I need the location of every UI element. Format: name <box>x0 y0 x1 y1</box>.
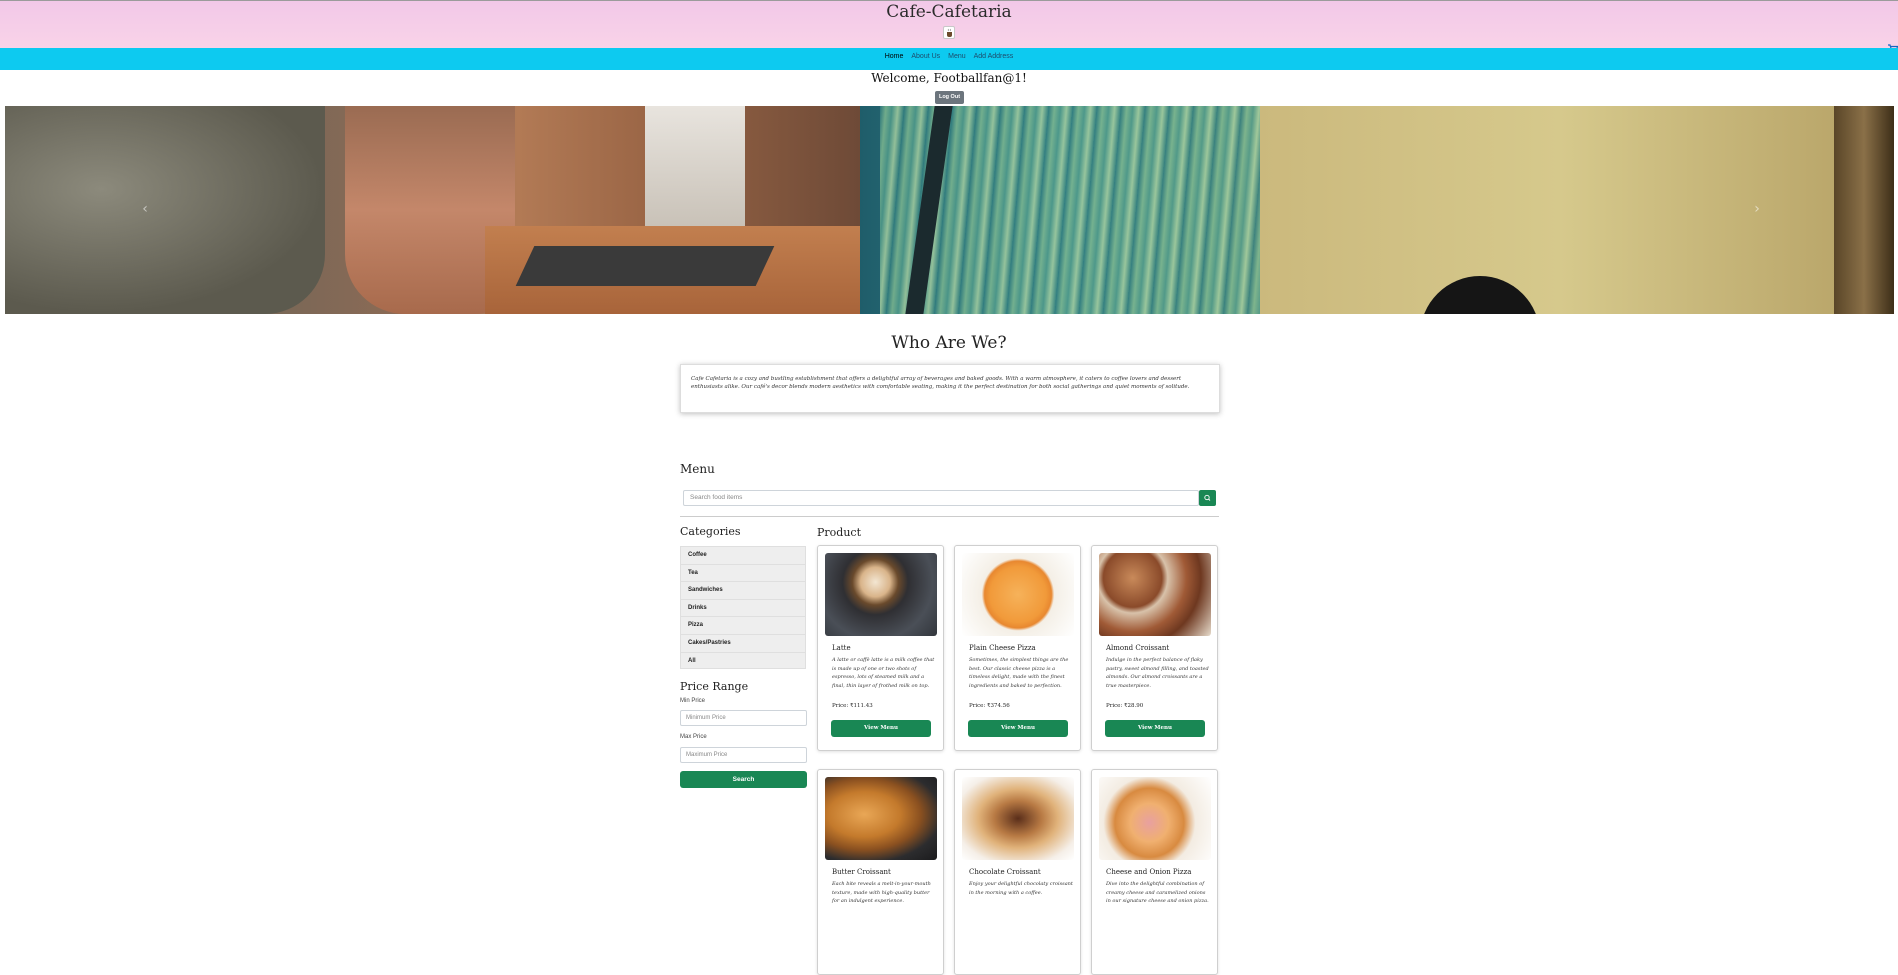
price-range-title: Price Range <box>680 680 749 693</box>
category-all[interactable]: All <box>680 651 806 670</box>
logout-button[interactable]: Log Out <box>935 91 964 104</box>
product-description: A latte or caffè latte is a milk coffee … <box>832 657 935 689</box>
pizza-image <box>962 553 1074 636</box>
product-title: Product <box>817 526 861 539</box>
product-card-butter-croissant: Butter Croissant Each bite reveals a mel… <box>817 769 944 975</box>
category-cakes-pastries[interactable]: Cakes/Pastries <box>680 633 806 652</box>
nav-menu[interactable]: Menu <box>948 53 966 60</box>
chevron-right-icon[interactable]: › <box>1750 202 1764 216</box>
product-name: Plain Cheese Pizza <box>969 644 1036 652</box>
product-name: Chocolate Croissant <box>969 868 1041 876</box>
search-input[interactable]: Search food items <box>683 490 1199 506</box>
product-description: Enjoy your delightful chocolaty croissan… <box>969 881 1073 896</box>
product-description: Indulge in the perfect balance of flaky … <box>1106 657 1209 689</box>
nav-about-us[interactable]: About Us <box>911 53 940 60</box>
menu-search: Search food items <box>683 490 1199 506</box>
product-name: Cheese and Onion Pizza <box>1106 868 1192 876</box>
brand-title[interactable]: Cafe-Cafetaria <box>0 2 1898 22</box>
site-header: Cafe-Cafetaria <box>0 0 1898 54</box>
menu-title: Menu <box>680 462 715 476</box>
search-button[interactable] <box>1199 490 1216 506</box>
category-pizza[interactable]: Pizza <box>680 616 806 634</box>
product-name: Latte <box>832 644 851 652</box>
cheese-onion-pizza-image <box>1099 777 1211 860</box>
product-card-chocolate-croissant: Chocolate Croissant Enjoy your delightfu… <box>954 769 1081 975</box>
nav-home[interactable]: Home <box>885 53 904 60</box>
main-navbar: Home About Us Menu Add Address <box>0 48 1898 70</box>
price-search-button[interactable]: Search <box>680 771 807 788</box>
category-drinks[interactable]: Drinks <box>680 598 806 617</box>
product-price: Price: ₹374.56 <box>969 703 1010 709</box>
product-price: Price: ₹111.43 <box>832 703 873 709</box>
chocolate-croissant-image <box>962 777 1074 860</box>
hero-carousel[interactable]: ‹ › <box>5 106 1894 314</box>
min-price-label: Min Price <box>680 698 706 704</box>
cafe-logo-icon <box>943 26 955 39</box>
latte-image <box>825 553 937 636</box>
category-list: Coffee Tea Sandwiches Drinks Pizza Cakes… <box>680 546 806 670</box>
product-card-latte: Latte A latte or caffè latte is a milk c… <box>817 545 944 751</box>
butter-croissant-image <box>825 777 937 860</box>
almond-croissant-image <box>1099 553 1211 636</box>
nav-add-address[interactable]: Add Address <box>974 53 1014 60</box>
view-menu-button[interactable]: View Menu <box>968 720 1068 737</box>
carousel-image-right <box>860 106 1894 314</box>
divider <box>680 516 1219 517</box>
product-name: Almond Croissant <box>1106 644 1170 652</box>
welcome-message: Welcome, Footballfan@1! <box>871 71 1027 85</box>
category-sandwiches[interactable]: Sandwiches <box>680 581 806 599</box>
view-menu-button[interactable]: View Menu <box>1105 720 1205 737</box>
product-card-plain-cheese-pizza: Plain Cheese Pizza Sometimes, the simple… <box>954 545 1081 751</box>
category-coffee[interactable]: Coffee <box>680 546 806 564</box>
about-text: Cafe Cafetaria is a cozy and bustling es… <box>680 364 1220 413</box>
about-title: Who Are We? <box>891 333 1007 353</box>
product-description: Dive into the delightful combination of … <box>1106 881 1209 904</box>
categories-title: Categories <box>680 525 741 538</box>
carousel-image-left <box>5 106 860 314</box>
product-description: Each bite reveals a melt-in-your-mouth t… <box>832 881 931 904</box>
product-price: Price: ₹28.90 <box>1106 703 1144 709</box>
product-description: Sometimes, the simplest things are the b… <box>969 657 1069 689</box>
product-card-almond-croissant: Almond Croissant Indulge in the perfect … <box>1091 545 1218 751</box>
search-icon <box>1204 494 1211 501</box>
product-card-cheese-and-onion-pizza: Cheese and Onion Pizza Dive into the del… <box>1091 769 1218 975</box>
chevron-left-icon[interactable]: ‹ <box>138 202 152 216</box>
max-price-input[interactable]: Maximum Price <box>680 747 807 763</box>
product-name: Butter Croissant <box>832 868 891 876</box>
view-menu-button[interactable]: View Menu <box>831 720 931 737</box>
min-price-input[interactable]: Minimum Price <box>680 710 807 726</box>
category-tea[interactable]: Tea <box>680 563 806 582</box>
max-price-label: Max Price <box>680 734 707 740</box>
